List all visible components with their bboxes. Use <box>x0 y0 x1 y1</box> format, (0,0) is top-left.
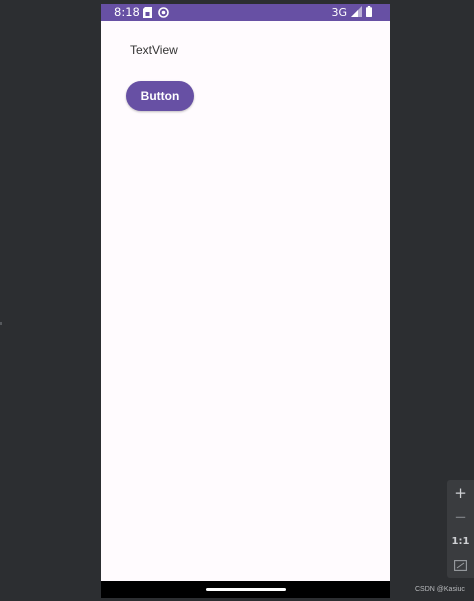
watermark: CSDN @Kasiuc <box>415 586 465 593</box>
zoom-controls: + − 1:1 <box>447 480 474 578</box>
zoom-in-button[interactable]: + <box>447 482 474 504</box>
media-icon <box>158 7 169 21</box>
network-type: 3G <box>331 6 347 19</box>
signal-icon <box>351 5 362 20</box>
status-bar: 8:18 3G <box>101 4 390 21</box>
device-screen: 8:18 3G TextView Button <box>101 4 390 598</box>
actual-size-button[interactable]: 1:1 <box>447 530 474 552</box>
fit-screen-icon <box>454 556 467 575</box>
status-right-group: 3G <box>331 4 372 21</box>
home-gesture-handle[interactable] <box>206 588 286 591</box>
workspace-edge-marker <box>0 322 2 325</box>
battery-icon <box>366 5 372 20</box>
zoom-out-button[interactable]: − <box>447 506 474 528</box>
sim-card-icon <box>143 7 152 21</box>
main-button[interactable]: Button <box>126 81 194 111</box>
app-content: TextView Button <box>101 21 390 581</box>
fit-screen-button[interactable] <box>447 554 474 576</box>
navigation-bar <box>101 581 390 598</box>
status-time: 8:18 <box>114 5 140 19</box>
emulator-workspace: 8:18 3G TextView Button + − 1:1 CSDN @Ka… <box>0 0 474 601</box>
text-view: TextView <box>130 43 178 57</box>
